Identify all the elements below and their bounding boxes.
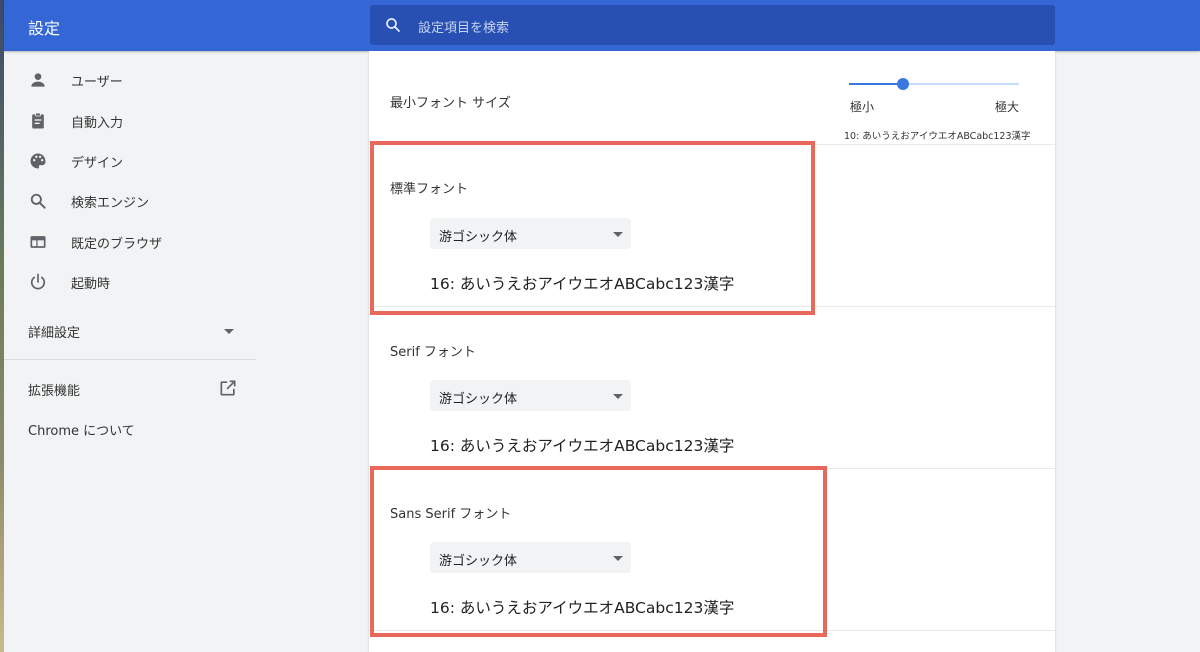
sidebar-item-autofill[interactable]: 自動入力 xyxy=(4,101,256,141)
caret-down-icon xyxy=(613,394,623,399)
sidebar-item-appearance[interactable]: デザイン xyxy=(4,141,256,181)
min-font-size-slider[interactable] xyxy=(849,78,1019,90)
slider-fill xyxy=(849,83,904,85)
min-font-size-label: 最小フォント サイズ xyxy=(390,96,511,111)
sidebar-item-label: 既定のブラウザ xyxy=(71,237,163,252)
sidebar-item-label: ユーザー xyxy=(71,75,123,90)
person-icon xyxy=(31,73,45,87)
slider-thumb[interactable] xyxy=(897,78,910,90)
extensions-link[interactable]: 拡張機能 xyxy=(4,373,256,405)
sidebar-item-search-engine[interactable]: 検索エンジン xyxy=(4,181,256,221)
serif-font-sample: 16: あいうえおアイウエオABCabc123漢字 xyxy=(430,437,735,455)
app-header: 設定 設定項目を検索 xyxy=(4,0,1200,51)
serif-font-select[interactable]: 游ゴシック体 xyxy=(430,380,631,411)
power-icon xyxy=(30,273,46,290)
serif-font-label: Serif フォント xyxy=(390,345,476,360)
sidebar-item-label: デザイン xyxy=(71,156,124,171)
sidebar-item-label: 起動時 xyxy=(71,277,111,292)
extensions-label: 拡張機能 xyxy=(28,384,81,399)
advanced-toggle[interactable]: 詳細設定 xyxy=(4,313,256,349)
slider-min-label: 極小 xyxy=(850,100,875,114)
advanced-label: 詳細設定 xyxy=(28,326,81,341)
highlight-box-sans-serif-font xyxy=(370,466,827,637)
palette-icon xyxy=(30,153,46,169)
search-icon xyxy=(386,18,400,32)
search-icon xyxy=(30,193,46,209)
page-title: 設定 xyxy=(28,19,61,38)
sidebar-item-label: 自動入力 xyxy=(71,116,124,131)
min-font-sample: 10: あいうえおアイウエオABCabc123漢字 xyxy=(844,131,1031,142)
about-chrome-link[interactable]: Chrome について xyxy=(28,420,135,439)
sidebar-item-default-browser[interactable]: 既定のブラウザ xyxy=(4,222,256,262)
sidebar: ユーザー 自動入力 デザイン 検索エンジン 既定のブラウザ 起動時 詳細設定 拡… xyxy=(4,51,256,652)
slider-max-label: 極大 xyxy=(995,100,1020,114)
open-in-new-icon xyxy=(220,380,236,396)
search-input[interactable]: 設定項目を検索 xyxy=(418,17,509,36)
sidebar-item-label: 検索エンジン xyxy=(71,196,150,211)
browser-window-icon xyxy=(30,236,46,248)
clipboard-icon xyxy=(32,112,44,129)
highlight-box-standard-font xyxy=(370,141,815,315)
sidebar-item-user[interactable]: ユーザー xyxy=(4,60,256,100)
select-value: 游ゴシック体 xyxy=(439,392,518,407)
search-box[interactable]: 設定項目を検索 xyxy=(370,5,1055,45)
sidebar-divider xyxy=(4,359,256,360)
sidebar-item-on-startup[interactable]: 起動時 xyxy=(4,262,256,302)
caret-down-icon xyxy=(224,329,234,334)
